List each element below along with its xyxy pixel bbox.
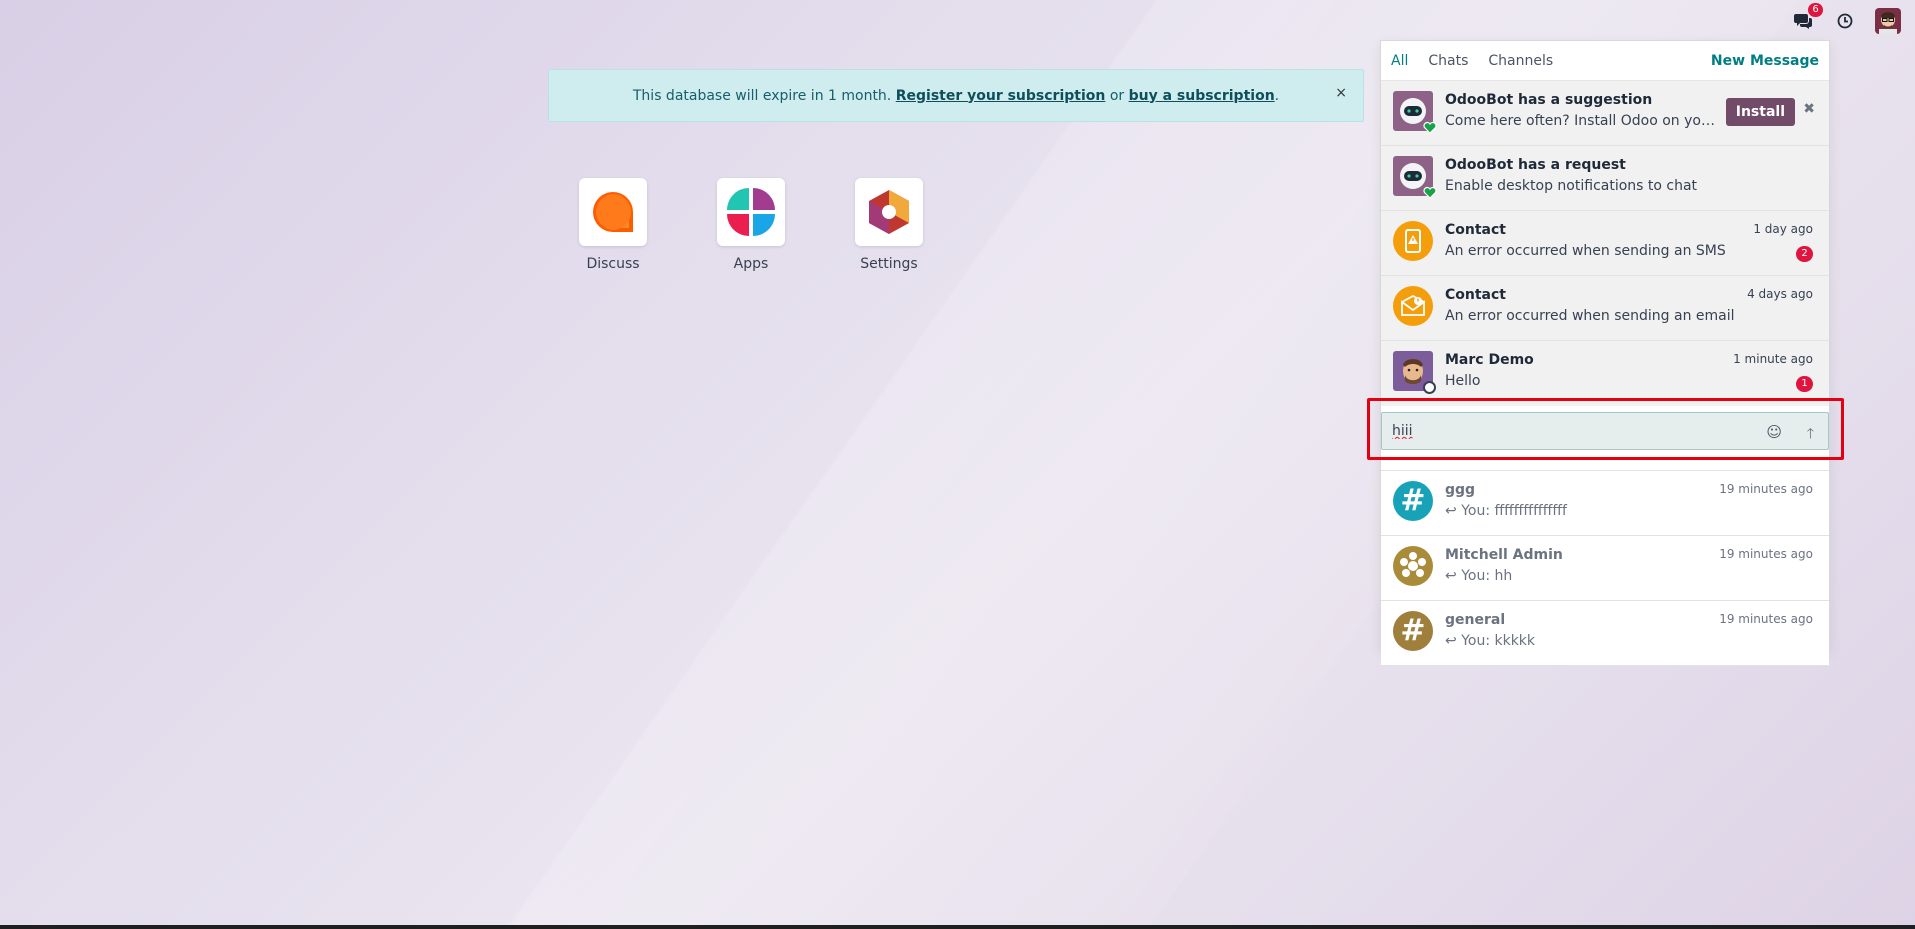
channel-last-message: ↩ You: fffffffffffffff	[1445, 502, 1717, 520]
channel-hash-icon: #	[1393, 481, 1433, 521]
chat-last-message: ↩ You: hh	[1445, 567, 1717, 585]
last-message-text: You: kkkkk	[1461, 633, 1536, 649]
chat-last-message: Hello	[1445, 373, 1481, 389]
notification-time: 4 days ago	[1747, 287, 1813, 301]
messages-menu-button[interactable]: 6	[1791, 3, 1823, 33]
banner-period: .	[1274, 87, 1280, 104]
discuss-tile	[579, 178, 647, 246]
chat-title: Marc Demo	[1445, 352, 1534, 368]
notification-odoobot-suggestion[interactable]: OdooBot has a suggestion Come here often…	[1381, 81, 1829, 146]
chat-mitchell-admin[interactable]: Mitchell Admin ↩ You: hh 19 minutes ago	[1381, 536, 1829, 601]
chat-time: 19 minutes ago	[1719, 547, 1813, 561]
notification-text: Enable desktop notifications to chat	[1445, 178, 1698, 194]
email-error-icon	[1393, 286, 1433, 326]
tab-chats[interactable]: Chats	[1428, 53, 1468, 69]
reply-icon: ↩	[1445, 633, 1462, 649]
apps-tile	[717, 178, 785, 246]
settings-icon	[869, 190, 909, 234]
bottom-bar	[0, 925, 1915, 929]
tab-all[interactable]: All	[1391, 53, 1408, 69]
reply-icon: ↩	[1445, 503, 1462, 519]
app-label: Apps	[733, 256, 769, 272]
app-grid: Discuss Apps Settings	[578, 178, 924, 272]
tab-channels[interactable]: Channels	[1488, 53, 1553, 69]
channel-time: 19 minutes ago	[1719, 612, 1813, 626]
send-arrow-icon[interactable]: 🡑	[1807, 423, 1814, 447]
away-status-icon	[1423, 381, 1436, 394]
channel-last-message: ↩ You: kkkkk	[1445, 632, 1717, 650]
notification-time: 1 day ago	[1753, 222, 1813, 236]
clock-icon	[1837, 13, 1853, 29]
banner-close-button[interactable]: ×	[1335, 85, 1347, 101]
notification-contact-sms-error[interactable]: Contact An error occurred when sending a…	[1381, 211, 1829, 276]
activity-menu-button[interactable]	[1833, 9, 1857, 33]
notification-contact-email-error[interactable]: Contact An error occurred when sending a…	[1381, 276, 1829, 341]
banner-text: This database will expire in 1 month.	[632, 87, 892, 104]
unread-count-badge: 2	[1796, 246, 1813, 262]
notification-title: Contact	[1445, 222, 1506, 238]
channel-ggg[interactable]: # ggg ↩ You: fffffffffffffff 19 minutes …	[1381, 471, 1829, 536]
odoobot-avatar	[1393, 91, 1437, 134]
top-navbar: 6	[1791, 3, 1901, 34]
notification-text: An error occurred when sending an SMS	[1445, 243, 1726, 259]
install-button[interactable]: Install	[1725, 98, 1795, 126]
banner-or-text: or	[1109, 87, 1125, 104]
notification-title: OdooBot has a suggestion	[1445, 92, 1653, 108]
last-message-text: You: fffffffffffffff	[1461, 503, 1567, 519]
messages-count-badge: 6	[1808, 3, 1823, 17]
channel-title: ggg	[1445, 482, 1476, 498]
dismiss-icon[interactable]: ✖	[1803, 101, 1815, 117]
app-label: Settings	[860, 256, 918, 272]
message-composer: ☺ 🡑	[1381, 412, 1829, 450]
app-settings[interactable]: Settings	[854, 178, 924, 272]
new-message-button[interactable]: New Message	[1711, 53, 1819, 69]
app-discuss[interactable]: Discuss	[578, 178, 648, 272]
heart-status-icon	[1423, 186, 1437, 199]
unread-count-badge: 1	[1796, 376, 1813, 392]
chat-title: Mitchell Admin	[1445, 547, 1563, 563]
channel-title: general	[1445, 612, 1506, 628]
settings-tile	[855, 178, 923, 246]
chat-time: 1 minute ago	[1733, 352, 1813, 366]
channel-time: 19 minutes ago	[1719, 482, 1813, 496]
notification-title: Contact	[1445, 287, 1506, 303]
emoji-icon[interactable]: ☺	[1766, 423, 1782, 441]
last-message-text: You: hh	[1461, 568, 1513, 584]
message-input[interactable]	[1382, 413, 1742, 449]
chat-marc-demo[interactable]: Marc Demo Hello 1 minute ago 1	[1381, 341, 1829, 406]
group-chat-icon	[1393, 546, 1433, 586]
buy-subscription-link[interactable]: buy a subscription	[1129, 88, 1275, 104]
channel-hash-icon: #	[1393, 611, 1433, 651]
reply-icon: ↩	[1445, 568, 1462, 584]
channel-general[interactable]: # general ↩ You: kkkkk 19 minutes ago	[1381, 601, 1829, 666]
chat-icon	[1794, 14, 1812, 29]
heart-status-icon	[1423, 121, 1437, 134]
subscription-banner: This database will expire in 1 month. Re…	[548, 69, 1364, 122]
discuss-icon	[593, 192, 633, 232]
apps-icon	[727, 188, 775, 236]
notification-text: Come here often? Install Odoo on your de…	[1445, 113, 1717, 129]
messaging-tabs: All Chats Channels New Message	[1381, 41, 1829, 81]
messaging-menu-panel: All Chats Channels New Message OdooBot h…	[1380, 40, 1830, 666]
odoobot-avatar	[1393, 156, 1437, 199]
notification-odoobot-request[interactable]: OdooBot has a request Enable desktop not…	[1381, 146, 1829, 211]
quick-reply-area: ☺ 🡑	[1381, 406, 1829, 471]
app-label: Discuss	[586, 256, 640, 272]
notification-title: OdooBot has a request	[1445, 157, 1626, 173]
register-subscription-link[interactable]: Register your subscription	[896, 88, 1106, 104]
marc-demo-avatar	[1393, 351, 1436, 394]
user-avatar[interactable]	[1875, 8, 1901, 34]
notification-text: An error occurred when sending an email	[1445, 308, 1735, 324]
sms-error-icon	[1393, 221, 1433, 261]
app-apps[interactable]: Apps	[716, 178, 786, 272]
